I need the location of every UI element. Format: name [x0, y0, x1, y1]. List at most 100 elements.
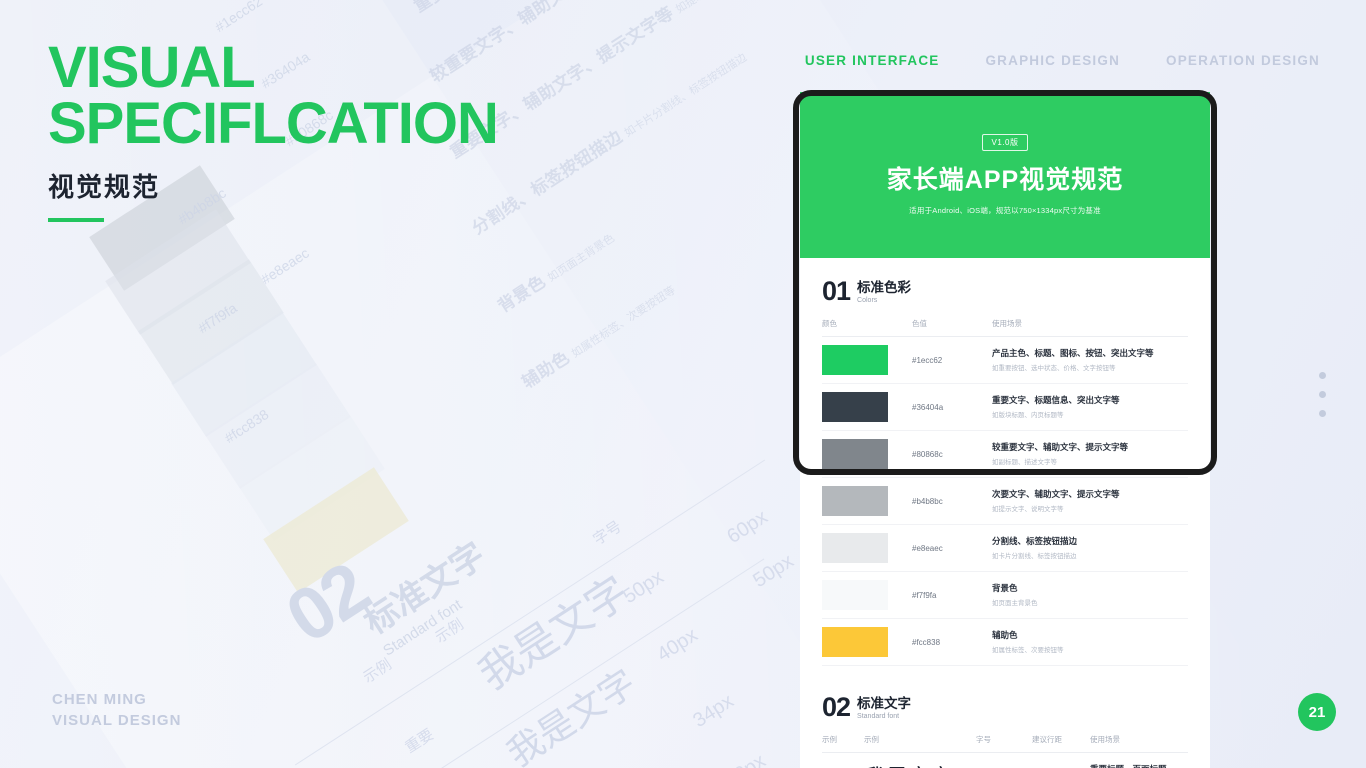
colors-table-header-row: 颜色 色值 使用场景	[822, 318, 1188, 337]
section-fonts-number: 02	[822, 692, 851, 722]
color-swatch	[822, 580, 888, 610]
colors-col-hex: 色值	[912, 318, 992, 337]
slide-progress-dots[interactable]	[1319, 372, 1326, 417]
color-usage-sub: 如副标题、描述文字等	[992, 458, 1057, 466]
table-row: #b4b8bc 次要文字、辅助文字、提示文字等 如提示文字、说明文字等	[822, 477, 1188, 525]
color-usage-main: 重要文字、标题信息、突出文字等	[992, 395, 1120, 406]
title-underline	[48, 217, 104, 222]
footer-credit: CHEN MING VISUAL DESIGN	[52, 689, 181, 733]
color-swatch	[822, 345, 888, 375]
colors-table: 颜色 色值 使用场景 #1ecc62 产品主色、标题、图标、按钮、突出文字等 如重要…	[822, 318, 1188, 666]
fonts-col-sample: 示例	[864, 734, 976, 753]
color-swatch	[822, 627, 888, 657]
color-usage-sub: 如属性标签、次要按钮等	[992, 646, 1064, 654]
top-nav: USER INTERFACE GRAPHIC DESIGN OPERATION …	[805, 53, 1320, 68]
section-fonts-title-cn: 标准文字	[857, 696, 912, 712]
section-colors-number: 01	[822, 276, 851, 306]
dot-2[interactable]	[1319, 391, 1326, 398]
section-fonts: 02 标准文字 Standard font 示例 示例 字号 建议行距 使用场景…	[800, 666, 1210, 768]
color-usage-cell: 次要文字、辅助文字、提示文字等 如提示文字、说明文字等	[992, 477, 1188, 525]
dot-3[interactable]	[1319, 410, 1326, 417]
font-sample-cell: 我是文字	[864, 753, 976, 768]
color-usage-main: 背景色	[992, 583, 1018, 594]
app-hero-banner: V1.0版 家长端APP视觉规范 适用于Android、iOS端，规范以750×…	[800, 92, 1210, 258]
color-swatch	[822, 439, 888, 469]
nav-item-user-interface[interactable]: USER INTERFACE	[805, 53, 940, 68]
color-usage-sub: 如卡片分割线、标签按钮描边	[992, 552, 1077, 560]
color-usage-main: 分割线、标签按钮描边	[992, 536, 1078, 547]
section-colors-title-cn: 标准色彩	[857, 280, 912, 296]
fonts-col-group: 示例	[822, 734, 864, 753]
table-row: #f7f9fa 背景色如页面主背景色	[822, 571, 1188, 619]
color-swatch-cell	[822, 430, 912, 478]
hero-subtitle: 适用于Android、iOS端，规范以750×1334px尺寸为基准	[909, 206, 1101, 215]
fonts-col-usage: 使用场景	[1090, 734, 1188, 753]
section-colors-header: 01 标准色彩 Colors	[822, 278, 1188, 305]
color-hex-value: #b4b8bc	[912, 477, 992, 525]
fonts-table: 示例 示例 字号 建议行距 使用场景 重要我是文字50px60px重要标题、页面…	[822, 734, 1188, 768]
color-swatch	[822, 486, 888, 516]
color-swatch-cell	[822, 571, 912, 619]
colors-col-usage: 使用场景	[992, 318, 1188, 337]
color-usage-cell: 辅助色如属性标签、次要按钮等	[992, 618, 1188, 666]
colors-table-body: #1ecc62 产品主色、标题、图标、按钮、突出文字等 如重要按钮、选中状态、价格、…	[822, 336, 1188, 666]
color-usage-cell: 产品主色、标题、图标、按钮、突出文字等 如重要按钮、选中状态、价格、文字按钮等	[992, 336, 1188, 384]
color-swatch-cell	[822, 618, 912, 666]
table-row: #fcc838 辅助色如属性标签、次要按钮等	[822, 618, 1188, 666]
nav-item-graphic-design[interactable]: GRAPHIC DESIGN	[985, 53, 1120, 68]
color-usage-main: 次要文字、辅助文字、提示文字等	[992, 489, 1120, 500]
page-title: VISUAL SPECIFLCATION 视觉规范	[48, 35, 499, 222]
fonts-col-leading: 建议行距	[1032, 734, 1090, 753]
color-usage-cell: 分割线、标签按钮描边 如卡片分割线、标签按钮描边	[992, 524, 1188, 572]
color-hex-value: #36404a	[912, 383, 992, 431]
font-leading-value: 60px	[1032, 753, 1090, 768]
color-swatch-cell	[822, 524, 912, 572]
fonts-table-body: 重要我是文字50px60px重要标题、页面标题如页面顶部标题等我是文字40px5…	[822, 753, 1188, 768]
color-usage-main: 辅助色	[992, 630, 1018, 641]
hero-title: 家长端APP视觉规范	[886, 166, 1124, 194]
color-usage-sub: 如版块标题、内页标题等	[992, 411, 1064, 419]
section-colors-title-en: Colors	[857, 297, 878, 304]
color-swatch	[822, 392, 888, 422]
color-usage-cell: 重要文字、标题信息、突出文字等 如版块标题、内页标题等	[992, 383, 1188, 431]
color-usage-cell: 背景色如页面主背景色	[992, 571, 1188, 619]
color-usage-cell: 较重要文字、辅助文字、提示文字等 如副标题、描述文字等	[992, 430, 1188, 478]
main-title-line1: VISUAL	[48, 35, 256, 100]
font-group-label: 重要	[822, 753, 864, 768]
nav-item-operation-design[interactable]: OPERATION DESIGN	[1166, 53, 1320, 68]
color-hex-value: #e8eaec	[912, 524, 992, 572]
color-swatch-cell	[822, 477, 912, 525]
color-usage-main: 较重要文字、辅助文字、提示文字等	[992, 442, 1129, 453]
table-row: #36404a 重要文字、标题信息、突出文字等 如版块标题、内页标题等	[822, 383, 1188, 431]
color-swatch-cell	[822, 336, 912, 384]
table-row: 重要我是文字50px60px重要标题、页面标题如页面顶部标题等	[822, 753, 1188, 768]
font-usage-cell: 重要标题、页面标题如页面顶部标题等	[1090, 753, 1188, 768]
dot-1[interactable]	[1319, 372, 1326, 379]
table-row: #e8eaec 分割线、标签按钮描边 如卡片分割线、标签按钮描边	[822, 524, 1188, 572]
fonts-col-size: 字号	[976, 734, 1032, 753]
page-number-badge: 21	[1298, 693, 1336, 731]
color-usage-sub: 如页面主背景色	[992, 599, 1038, 607]
color-hex-value: #fcc838	[912, 618, 992, 666]
colors-col-swatch: 颜色	[822, 318, 912, 337]
footer-line2: VISUAL DESIGN	[52, 712, 182, 730]
spec-sheet: V1.0版 家长端APP视觉规范 适用于Android、iOS端，规范以750×…	[800, 92, 1210, 768]
font-usage-main: 重要标题、页面标题	[1090, 764, 1188, 768]
section-colors: 01 标准色彩 Colors 颜色 色值 使用场景 #1ecc62 产品主色、标题…	[800, 258, 1210, 666]
color-swatch	[822, 533, 888, 563]
table-row: #80868c 较重要文字、辅助文字、提示文字等 如副标题、描述文字等	[822, 430, 1188, 478]
main-title: VISUAL SPECIFLCATION	[48, 35, 499, 157]
subtitle-cn: 视觉规范	[48, 171, 161, 202]
version-badge: V1.0版	[981, 134, 1029, 151]
color-hex-value: #80868c	[912, 430, 992, 478]
color-usage-main: 产品主色、标题、图标、按钮、突出文字等	[992, 348, 1154, 359]
table-row: #1ecc62 产品主色、标题、图标、按钮、突出文字等 如重要按钮、选中状态、价格、…	[822, 336, 1188, 384]
font-size-value: 50px	[976, 753, 1032, 768]
color-hex-value: #1ecc62	[912, 336, 992, 384]
main-title-line2: SPECIFLCATION	[48, 91, 499, 157]
section-fonts-title-en: Standard font	[857, 713, 900, 720]
section-fonts-header: 02 标准文字 Standard font	[822, 694, 1188, 721]
color-swatch-cell	[822, 383, 912, 431]
footer-line1: CHEN MING	[52, 690, 147, 708]
color-hex-value: #f7f9fa	[912, 571, 992, 619]
